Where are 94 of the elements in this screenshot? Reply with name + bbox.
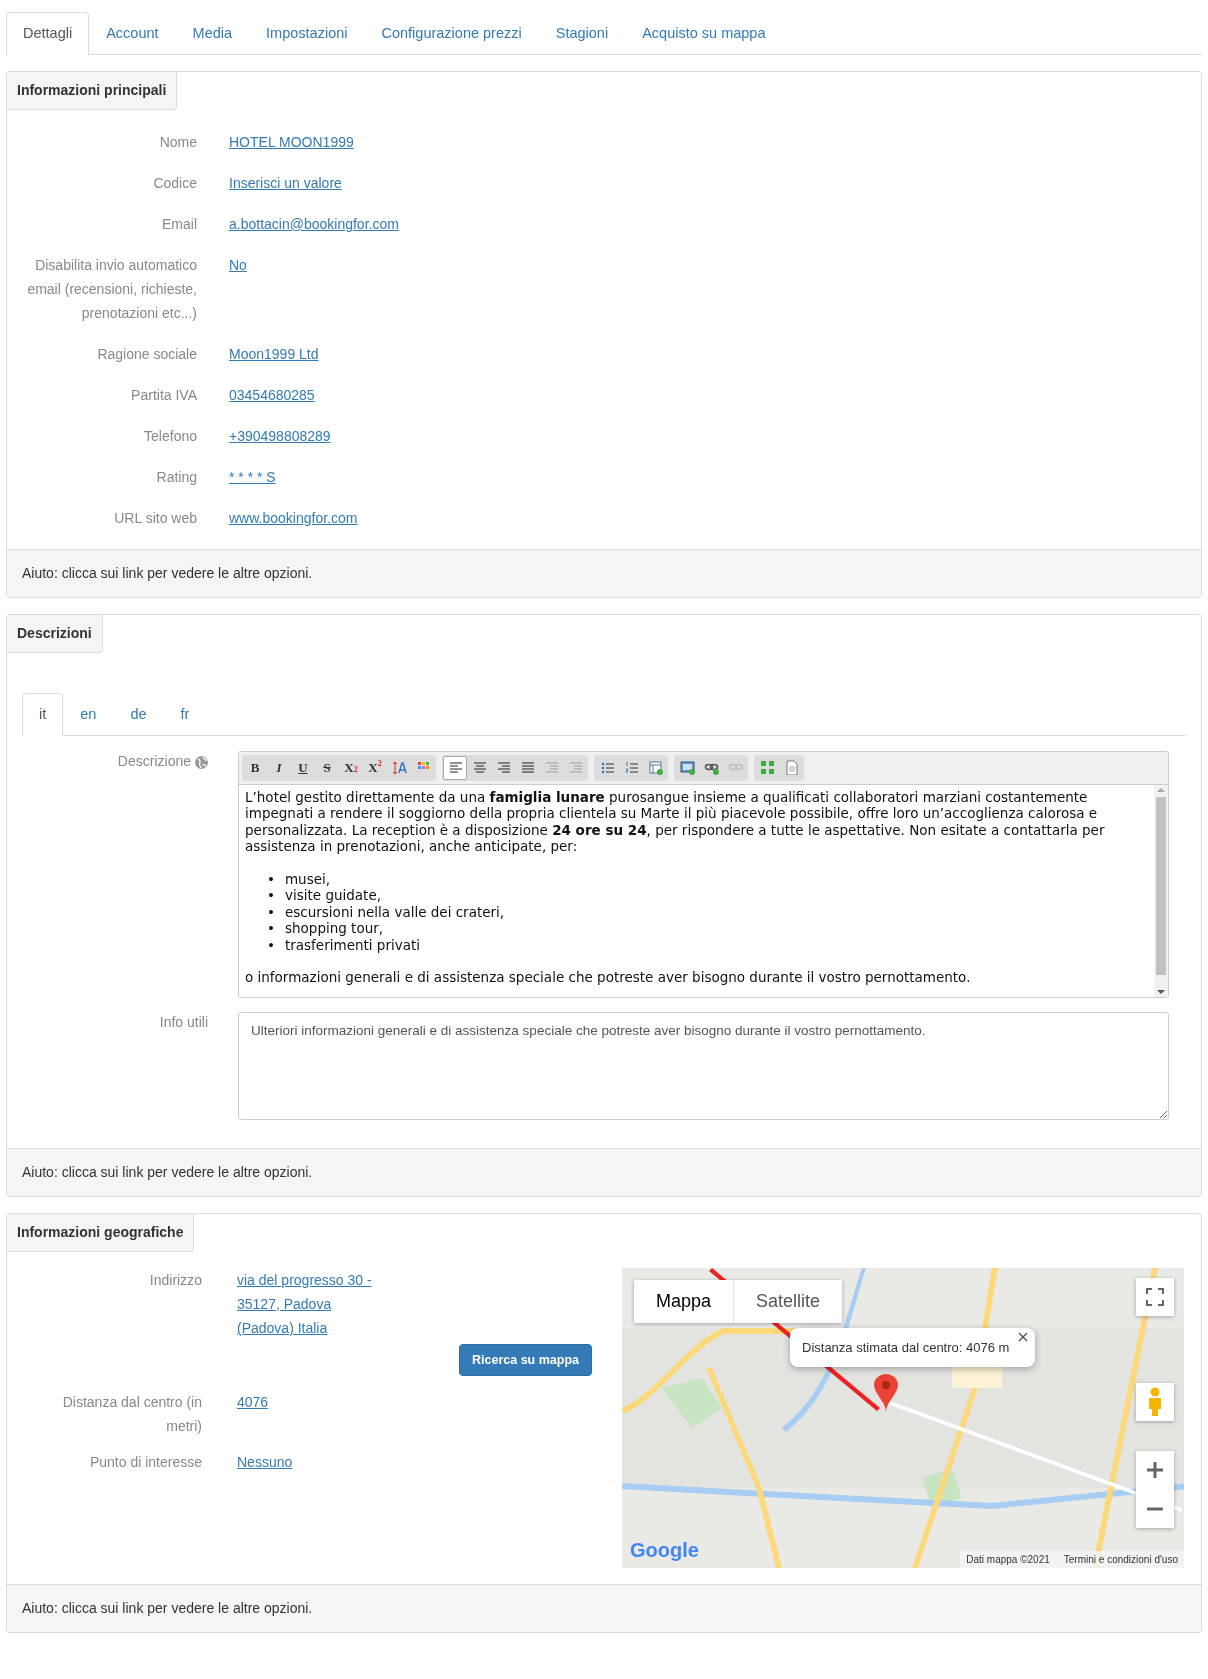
panel-title: Informazioni principali [7,71,178,110]
language-tab[interactable]: it [22,692,64,736]
close-icon [1017,1330,1030,1343]
align-right-icon [495,760,511,775]
scrollbar[interactable] [1154,784,1168,997]
map-type-button[interactable]: Satellite [733,1279,843,1323]
field-label: Codice [152,173,197,193]
format-button[interactable]: X$^{2}$ [363,755,387,780]
bullet-list-icon [599,760,615,775]
outdent-icon [543,760,559,775]
field-value-link[interactable]: Moon1999 Ltd [229,345,319,362]
scroll-down-icon[interactable] [1157,988,1165,995]
document-icon [783,760,799,775]
fullscreen-button[interactable] [1136,1277,1174,1316]
field-label: Info utili [159,1013,208,1030]
field-label: Telefono [143,426,197,446]
minus-icon [1146,1506,1164,1511]
field-value-link[interactable]: No [229,256,247,273]
field-label: Punto di interesse [88,1453,202,1473]
list-item-text: musei, [284,870,331,887]
field-value-link[interactable]: www.bookingfor.com [229,509,358,526]
text-area[interactable]: Ulteriori informazioni generali e di assistenza speciale che potreste aver bisogno durante il vostro pernottamento. [238,1011,1169,1120]
indent-icon [567,760,583,775]
zoom-in-button[interactable] [1136,1450,1174,1489]
justify-icon [519,760,535,775]
language-tab[interactable]: fr [163,692,207,736]
field-value-link[interactable]: a.bottacin@bookingfor.com [229,215,399,232]
field-value-link[interactable]: Nessuno [237,1450,293,1475]
field-label: Indirizzo [148,1270,202,1290]
field-value-link[interactable]: via del progresso 30 - 35127, Padova (Padova) Italia [237,1267,377,1340]
field-label: Rating [155,467,197,487]
field-value-link[interactable]: HOTEL MOON1999 [229,133,354,150]
field-label: Email [161,214,197,234]
format-button[interactable]: U [291,755,315,780]
bullet: • [267,887,275,904]
terms-link[interactable]: Termini e condizioni d'uso [1063,1551,1178,1567]
tab[interactable]: Acquisto su mappa [625,12,783,55]
bullet: • [267,936,275,953]
align-center-icon [471,760,487,775]
panel-title: Descrizioni [7,614,103,653]
help-text: Aiuto: clicca sui link per vedere le altre opzioni. [7,1147,1201,1196]
close-button[interactable] [1017,1330,1030,1343]
field-value-link[interactable]: +390498808289 [229,427,331,444]
map-logo[interactable]: Google [630,1534,699,1565]
field-label: Descrizione [117,751,191,771]
plus-icon [1146,1460,1164,1479]
grid-icon [759,760,775,775]
map-pin-icon[interactable] [873,1372,899,1413]
bullet: • [267,920,275,937]
text-height-icon [391,760,407,775]
toolbar-button[interactable] [443,755,467,780]
panel-title: Informazioni geografiche [7,1213,195,1252]
field-value-link[interactable]: 4076 [237,1390,269,1415]
info-window-text: Distanza stimata dal centro: 4076 m [802,1339,1010,1355]
field-label: URL sito web [113,508,197,528]
field-label: Distanza dal centro (in metri) [61,1393,202,1437]
field-label: Partita IVA [130,385,197,405]
format-button[interactable]: I [267,755,291,780]
list-item-text: escursioni nella valle dei crateri, [284,903,505,920]
list-item-text: visite guidate, [284,887,381,904]
field-label: Nome [158,132,197,152]
language-tab[interactable]: en [63,692,114,736]
align-left-icon [447,760,463,775]
tab[interactable]: Media [175,12,250,55]
tab[interactable]: Configurazione prezzi [364,12,539,55]
language-tab[interactable]: de [113,692,164,736]
field-label: Disabilita invio automatico email (recensioni, richieste, prenotazioni etc...) [26,255,197,323]
format-button[interactable]: B [243,755,267,780]
tab[interactable]: Impostazioni [249,12,365,55]
person-figure-button[interactable] [1136,1382,1174,1421]
field-value-link[interactable]: * * * * S [229,468,276,485]
bullet: • [267,870,275,887]
image-icon [679,760,695,775]
field-value-link[interactable]: Inserisci un valore [229,174,342,191]
help-text: Aiuto: clicca sui link per vedere le altre opzioni. [7,548,1201,597]
tab[interactable]: Dettagli [6,12,90,55]
rich-text-content[interactable]: L’hotel gestito direttamente da una famiglia lunare purosangue insieme a qualificati collaboratori marziani costantemente impegnati a rendere il soggiorno della propria clientela su Marte il più piacevole possibile, offre loro un’accoglienza calorosa e personalizzata. La reception è a disposizione 24 ore su 24, per rispondere a tutte le aspettative. Non esitate a contattarla per assistenza in prenotazioni, anche anticipate, per: • musei, • visite guidate, • escursioni nella valle dei crateri, • shopping tour, • trasferimenti privati o informazioni generali e di assistenza speciale che potreste aver bisogno durante il vostro pernottamento. [239,784,1154,997]
tab[interactable]: Stagioni [538,12,626,55]
field-value-link[interactable]: 03454680285 [229,386,315,403]
list-item-text: trasferimenti privati [284,936,420,953]
fullscreen-icon [1146,1287,1164,1306]
format-button[interactable]: S [315,755,339,780]
numbered-list-icon [623,760,639,775]
help-text: Aiuto: clicca sui link per vedere le altre opzioni. [7,1583,1201,1632]
tab[interactable]: Account [89,12,176,55]
field-label: Ragione sociale [96,344,197,364]
map-type-button[interactable]: Mappa [634,1279,734,1323]
zoom-out-button[interactable] [1136,1489,1174,1528]
globe-icon [195,755,208,769]
list-item-text: shopping tour, [284,920,384,937]
table-icon [647,760,663,775]
map-data-credit: Dati mappa ©2021 [966,1552,1050,1567]
search-map-button[interactable]: Ricerca su mappa [459,1343,592,1377]
bullet: • [267,903,275,920]
